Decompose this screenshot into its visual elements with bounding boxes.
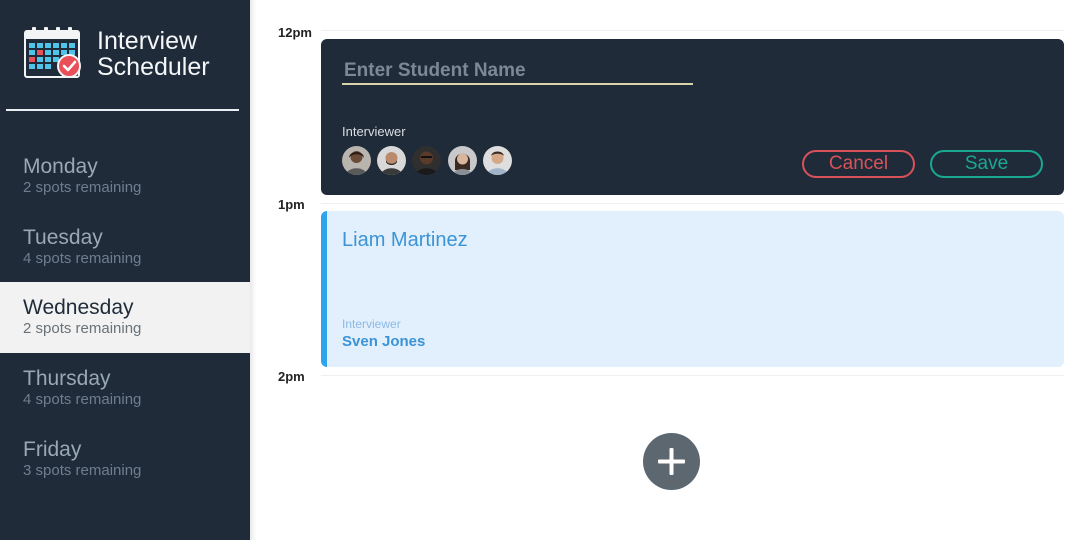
day-spots: 3 spots remaining: [23, 462, 142, 479]
interviewer-avatar[interactable]: [483, 146, 512, 175]
appointment-card[interactable]: Liam Martinez Interviewer Sven Jones: [321, 211, 1064, 367]
day-name: Tuesday: [23, 226, 103, 249]
interviewer-avatar[interactable]: [448, 146, 477, 175]
time-label: 2pm: [278, 369, 305, 384]
app-title-line1: Interview: [97, 27, 198, 55]
time-divider: [321, 375, 1064, 376]
app-title-line2: Scheduler: [97, 53, 210, 81]
day-item-monday[interactable]: Monday 2 spots remaining: [0, 141, 250, 212]
day-name: Friday: [23, 438, 82, 461]
interviewer-avatar[interactable]: [342, 146, 371, 175]
day-spots: 2 spots remaining: [23, 320, 142, 337]
interviewer-avatar[interactable]: [412, 146, 441, 175]
day-name: Monday: [23, 155, 98, 178]
add-appointment-button[interactable]: [643, 433, 700, 490]
day-item-thursday[interactable]: Thursday 4 spots remaining: [0, 353, 250, 424]
save-button[interactable]: Save: [930, 150, 1043, 178]
interviewer-label: Interviewer: [342, 124, 406, 139]
student-name-input[interactable]: [342, 59, 693, 85]
day-name: Wednesday: [23, 296, 134, 319]
sidebar-divider: [6, 109, 239, 111]
calendar-check-icon: [24, 27, 81, 78]
time-divider: [321, 203, 1064, 204]
app-title: Interview Scheduler: [97, 28, 210, 80]
cancel-button[interactable]: Cancel: [802, 150, 915, 178]
day-spots: 4 spots remaining: [23, 391, 142, 408]
time-label: 1pm: [278, 197, 305, 212]
appointment-interviewer-label: Interviewer: [342, 317, 401, 331]
interviewer-avatar[interactable]: [377, 146, 406, 175]
time-label: 12pm: [278, 25, 312, 40]
time-divider: [321, 30, 1064, 31]
day-item-friday[interactable]: Friday 3 spots remaining: [0, 424, 250, 495]
day-spots: 4 spots remaining: [23, 250, 142, 267]
plus-icon: [658, 448, 685, 475]
appointment-student: Liam Martinez: [342, 229, 468, 251]
day-item-wednesday[interactable]: Wednesday 2 spots remaining: [0, 282, 250, 353]
appointment-form: Interviewer Cancel Save: [321, 39, 1064, 195]
app-logo: Interview Scheduler: [24, 26, 244, 82]
appointment-interviewer: Sven Jones: [342, 333, 426, 350]
day-spots: 2 spots remaining: [23, 179, 142, 196]
day-name: Thursday: [23, 367, 111, 390]
schedule-panel: 12pm Interviewer Cancel Save 1pm Liam: [250, 0, 1080, 540]
sidebar: Interview Scheduler Monday 2 spots remai…: [0, 0, 250, 540]
day-item-tuesday[interactable]: Tuesday 4 spots remaining: [0, 212, 250, 283]
